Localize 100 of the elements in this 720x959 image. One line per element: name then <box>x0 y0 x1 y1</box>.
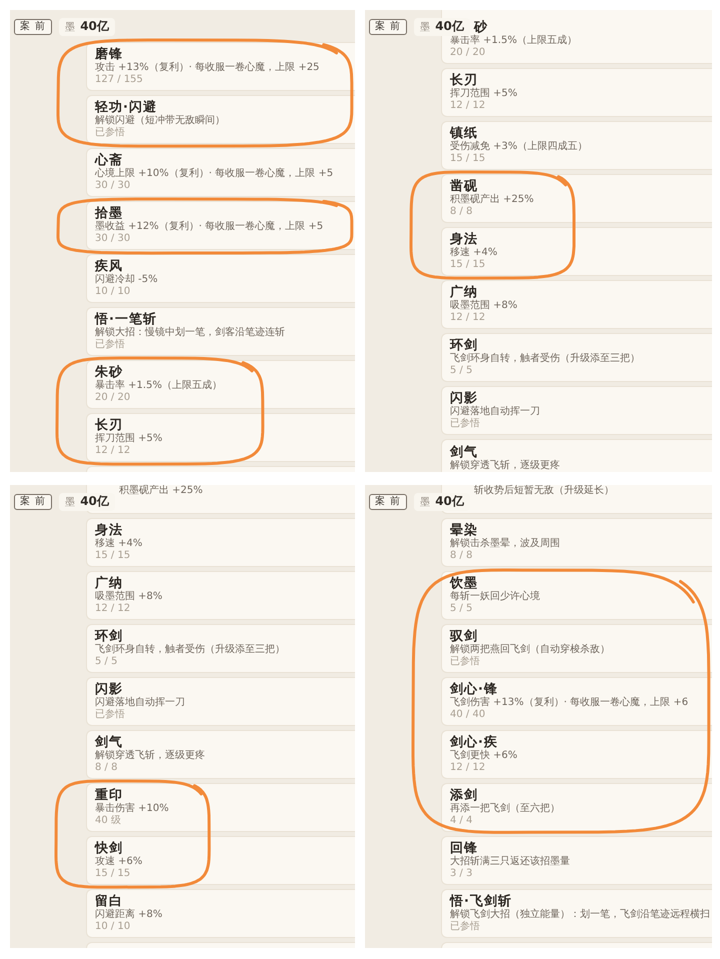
upgrade-description: 闪避落地自动挥一刀 <box>450 406 540 418</box>
upgrade-card[interactable]: 悟·一笔斩 解锁大招：慢镜中划一笔，剑客沿笔迹连斩 已参悟 <box>86 307 355 356</box>
upgrade-description: 暴击率 +1.5%（上限五成） <box>95 380 222 392</box>
upgrade-progress: 12 / 12 <box>450 312 486 324</box>
upgrade-card[interactable]: 身法 移速 +4% 15 / 15 <box>441 227 712 276</box>
upgrade-card[interactable]: 长刃 挥刀范围 +5% 12 / 12 <box>86 413 355 462</box>
nav-button[interactable]: 案 前 <box>14 19 52 35</box>
upgrade-card[interactable]: 快剑 攻速 +6% 15 / 15 <box>86 836 355 885</box>
upgrade-title: 剑气 <box>95 735 123 750</box>
upgrade-card[interactable]: 闪影 闪避落地自动挥一刀 已参悟 <box>86 677 355 726</box>
upgrade-progress: 已参悟 <box>450 921 480 933</box>
upgrade-progress: 127 / 155 <box>95 74 143 86</box>
upgrade-card[interactable]: 镇纸 受伤减免 +3%（上限四成五） 15 / 15 <box>441 121 712 170</box>
upgrade-progress: 5 / 5 <box>95 656 118 668</box>
upgrade-progress: 15 / 15 <box>450 259 486 271</box>
upgrade-card[interactable]: 朱砂 暴击率 +1.5%（上限五成） 20 / 20 <box>86 360 355 409</box>
upgrade-card[interactable] <box>86 466 355 472</box>
upgrade-title: 剑气 <box>450 445 478 460</box>
upgrade-title: 闪影 <box>95 682 123 697</box>
upgrade-progress: 3 / 3 <box>450 868 472 880</box>
upgrade-description: 攻击 +13%（复利）· 每收服一卷心魔，上限 +25 <box>95 62 320 74</box>
upgrade-card[interactable]: 磨锋 攻击 +13%（复利）· 每收服一卷心魔，上限 +25 127 / 155 <box>86 42 355 91</box>
upgrade-description: 闪避落地自动挥一刀 <box>95 697 185 708</box>
upgrade-card[interactable]: 轻功·闪避 解锁闪避（短冲带无敌瞬间） 已参悟 <box>86 95 355 144</box>
upgrade-progress: 20 / 20 <box>95 392 130 404</box>
ink-label: 墨 <box>65 21 76 35</box>
upgrade-progress: 5 / 5 <box>450 365 472 377</box>
upgrade-card[interactable]: 心斋 心境上限 +10%（复利）· 每收服一卷心魔，上限 +5 30 / 30 <box>86 148 355 197</box>
upgrade-card[interactable]: 重印 暴击伤害 +10% 40 级 <box>86 783 355 832</box>
upgrade-card[interactable]: 环剑 飞剑环身自转，触者受伤（升级添至三把） 5 / 5 <box>86 624 355 673</box>
upgrade-title: 闪影 <box>450 391 478 406</box>
upgrade-title: 磨锋 <box>95 47 123 62</box>
upgrade-description: 墨收益 +12%（复利）· 每收服一卷心魔，上限 +5 <box>95 221 324 233</box>
upgrade-progress: 12 / 12 <box>95 445 130 457</box>
upgrade-progress: 30 / 30 <box>95 233 130 245</box>
upgrade-description: 大招斩满三只返还该招墨量 <box>450 856 570 868</box>
upgrade-title: 驭剑 <box>450 629 478 644</box>
nav-button[interactable]: 案 前 <box>14 494 52 510</box>
ink-label: 墨 <box>65 496 76 510</box>
upgrade-progress: 已参悟 <box>95 339 125 351</box>
upgrade-progress: 12 / 12 <box>450 762 486 774</box>
upgrade-title: 剑心·疾 <box>450 735 498 750</box>
upgrade-title: 心斋 <box>95 153 123 168</box>
upgrade-title: 添剑 <box>450 788 478 803</box>
upgrade-title: 广纳 <box>95 576 123 591</box>
upgrade-description: 受伤减免 +3%（上限四成五） <box>450 141 588 153</box>
nav-button[interactable]: 案 前 <box>369 494 408 510</box>
upgrade-description: 飞剑环身自转，触者受伤（升级添至三把） <box>95 644 285 656</box>
upgrade-card[interactable]: 疾风 闪避冷却 -5% 10 / 10 <box>86 254 355 303</box>
upgrade-title: 回锋 <box>450 841 478 856</box>
upgrade-card[interactable]: 驭剑 解锁两把燕回飞剑（自动穿梭杀敌） 已参悟 <box>441 624 712 673</box>
upgrade-card[interactable]: 回锋 大招斩满三只返还该招墨量 3 / 3 <box>441 836 712 885</box>
upgrade-card[interactable]: 广纳 吸墨范围 +8% 12 / 12 <box>86 571 355 620</box>
upgrade-title: 环剑 <box>450 338 478 353</box>
upgrade-progress: 10 / 10 <box>95 286 130 298</box>
upgrade-card[interactable]: 剑心·疾 飞剑更快 +6% 12 / 12 <box>441 730 712 779</box>
upgrade-description: 解锁击杀墨晕，波及周围 <box>450 538 560 550</box>
upgrade-progress: 已参悟 <box>450 656 480 668</box>
upgrade-card[interactable]: 晕染 解锁击杀墨晕，波及周围 8 / 8 <box>441 518 712 567</box>
upgrade-card[interactable] <box>441 942 712 948</box>
upgrade-progress: 10 / 10 <box>95 921 130 933</box>
upgrade-description: 解锁飞剑大招（独立能量）：划一笔，飞剑沿笔迹远程横扫 <box>450 909 710 920</box>
upgrade-card[interactable]: 剑心·锋 飞剑伤害 +13%（复利）· 每收服一卷心魔，上限 +6 40 / 40 <box>441 677 712 726</box>
upgrade-title: 砂 <box>474 20 488 35</box>
upgrade-card[interactable]: 长刃 挥刀范围 +5% 12 / 12 <box>441 68 712 117</box>
upgrade-title: 重印 <box>95 788 123 803</box>
ink-label: 墨 <box>420 21 430 35</box>
upgrade-card[interactable]: 饮墨 每斩一妖回少许心境 5 / 5 <box>441 571 712 620</box>
upgrade-card[interactable]: 广纳 吸墨范围 +8% 12 / 12 <box>441 280 712 329</box>
upgrade-description: 飞剑更快 +6% <box>450 750 518 762</box>
upgrade-description: 每斩一妖回少许心境 <box>450 591 540 603</box>
upgrade-progress: 已参悟 <box>95 709 125 721</box>
upgrade-description: 解锁两把燕回飞剑（自动穿梭杀敌） <box>450 644 610 656</box>
upgrade-card[interactable]: 添剑 再添一把飞剑（至六把） 4 / 4 <box>441 783 712 832</box>
upgrade-title: 环剑 <box>95 629 123 644</box>
upgrade-card[interactable]: 剑气 解锁穿透飞斩，逐级更疼 <box>441 439 712 472</box>
upgrade-card[interactable]: 闪影 闪避落地自动挥一刀 已参悟 <box>441 386 712 435</box>
upgrade-card[interactable]: 凿砚 积墨砚产出 +25% 8 / 8 <box>441 174 712 223</box>
nav-button[interactable]: 案 前 <box>369 19 408 35</box>
upgrade-card[interactable]: 拾墨 墨收益 +12%（复利）· 每收服一卷心魔，上限 +5 30 / 30 <box>86 201 355 250</box>
upgrade-card[interactable] <box>86 942 355 948</box>
upgrade-progress: 5 / 5 <box>450 603 472 615</box>
upgrade-title: 晕染 <box>450 523 478 538</box>
upgrade-description: 移速 +4% <box>95 538 142 550</box>
upgrade-card[interactable]: 悟·飞剑斩 解锁飞剑大招（独立能量）：划一笔，飞剑沿笔迹远程横扫 已参悟 <box>441 889 712 938</box>
upgrade-progress: 4 / 4 <box>450 815 472 827</box>
upgrade-card[interactable]: 环剑 飞剑环身自转，触者受伤（升级添至三把） 5 / 5 <box>441 333 712 382</box>
upgrade-title: 悟·一笔斩 <box>95 312 157 327</box>
upgrade-description: 心境上限 +10%（复利）· 每收服一卷心魔，上限 +5 <box>95 168 334 180</box>
upgrade-card[interactable]: 身法 移速 +4% 15 / 15 <box>86 518 355 567</box>
upgrade-title: 快剑 <box>95 841 123 856</box>
upgrade-card[interactable]: 剑气 解锁穿透飞斩，逐级更疼 8 / 8 <box>86 730 355 779</box>
upgrade-title: 身法 <box>95 523 123 538</box>
upgrade-progress: 15 / 15 <box>450 153 486 165</box>
upgrade-description: 解锁大招：慢镜中划一笔，剑客沿笔迹连斩 <box>95 327 285 338</box>
ink-label: 墨 <box>420 496 430 510</box>
upgrade-title: 饮墨 <box>450 576 478 591</box>
upgrade-description: 解锁穿透飞斩，逐级更疼 <box>95 750 205 762</box>
upgrade-description: 积墨砚产出 +25% <box>450 194 534 206</box>
upgrade-card[interactable]: 留白 闪避距离 +8% 10 / 10 <box>86 889 355 938</box>
